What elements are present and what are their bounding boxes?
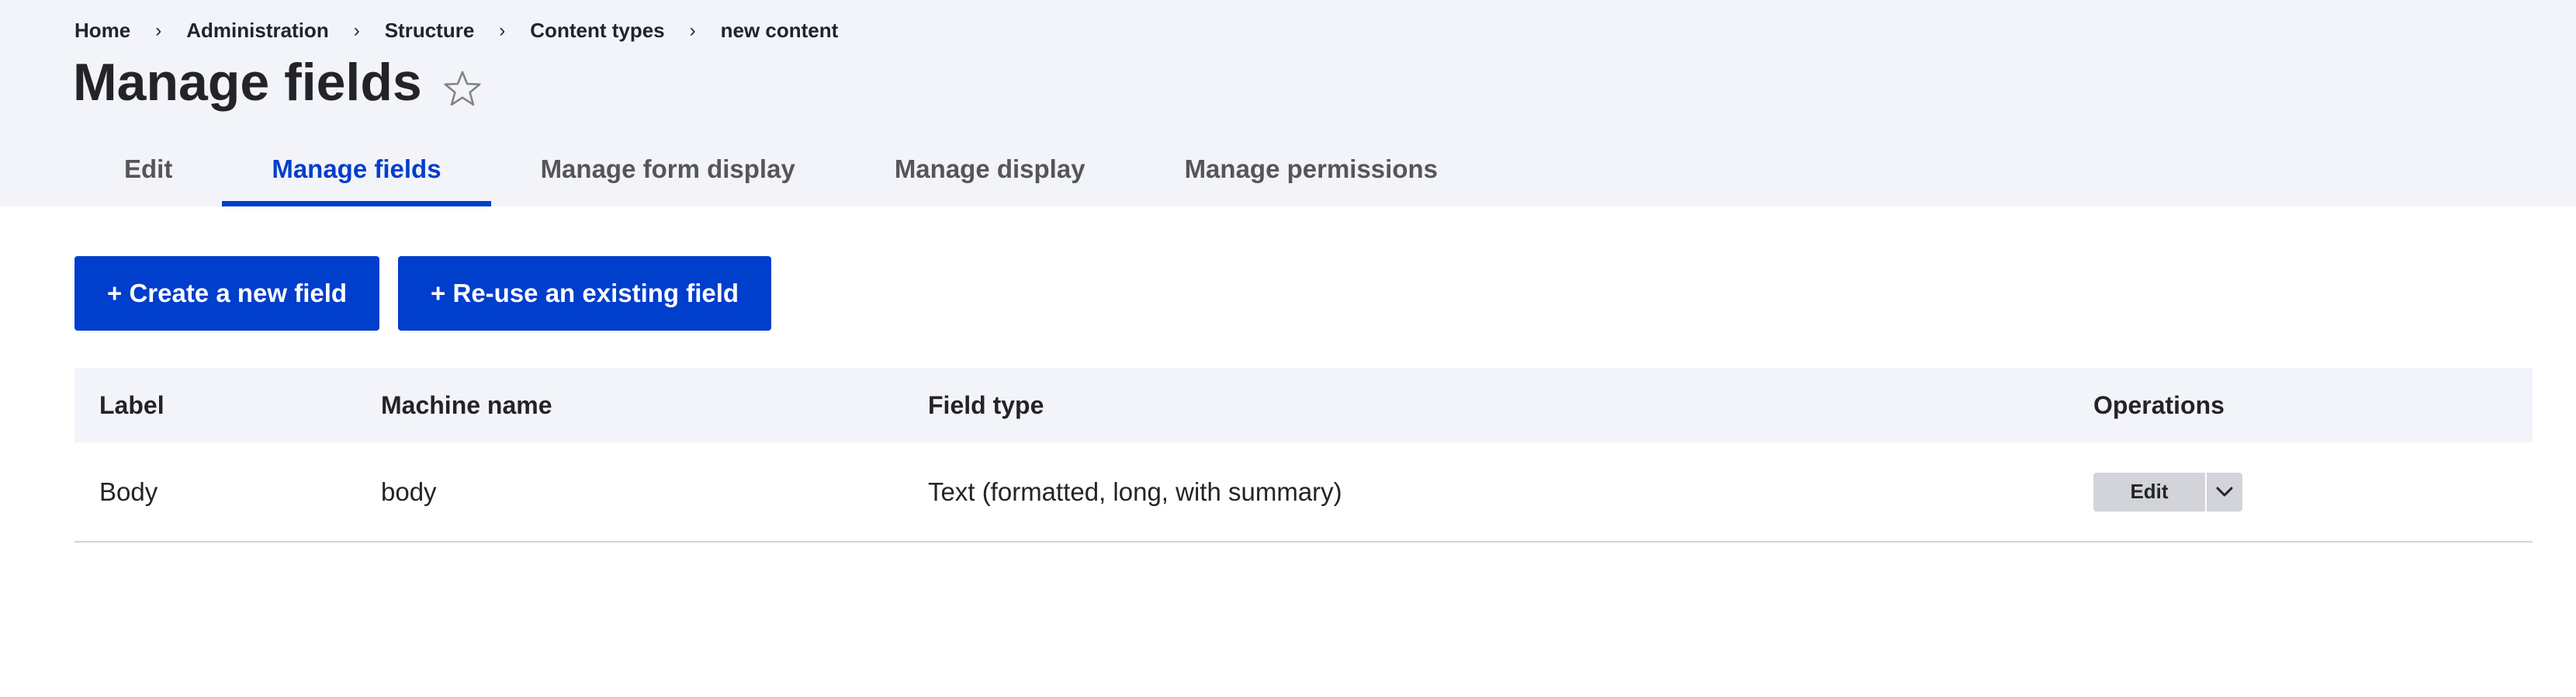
- operations-dropbutton: Edit: [2093, 472, 2242, 511]
- tab-manage-permissions[interactable]: Manage permissions: [1135, 138, 1487, 200]
- cell-machine-name: body: [381, 477, 437, 506]
- column-header-operations: Operations: [2093, 390, 2225, 419]
- tab-manage-display[interactable]: Manage display: [845, 138, 1135, 200]
- column-header-label: Label: [99, 390, 164, 419]
- breadcrumb-separator-icon: ›: [499, 19, 506, 41]
- table-header-row: Label Machine name Field type Operations: [74, 368, 2533, 442]
- chevron-down-icon[interactable]: [2207, 473, 2242, 511]
- breadcrumb-administration[interactable]: Administration: [186, 19, 328, 43]
- breadcrumb-structure[interactable]: Structure: [385, 19, 475, 43]
- tab-edit[interactable]: Edit: [74, 138, 222, 200]
- primary-tabs: Edit Manage fields Manage form display M…: [74, 138, 1487, 206]
- breadcrumb: Home › Administration › Structure › Cont…: [74, 19, 838, 43]
- page-title: Manage fields: [73, 53, 422, 112]
- star-outline-icon[interactable]: [441, 61, 484, 106]
- column-header-machine-name: Machine name: [381, 390, 552, 419]
- reuse-existing-field-button[interactable]: + Re-use an existing field: [398, 256, 772, 331]
- breadcrumb-new-content[interactable]: new content: [721, 19, 839, 43]
- cell-label: Body: [99, 477, 158, 506]
- breadcrumb-separator-icon: ›: [689, 19, 696, 41]
- fields-table: Label Machine name Field type Operations…: [74, 368, 2533, 543]
- edit-field-button[interactable]: Edit: [2093, 472, 2207, 511]
- cell-field-type: Text (formatted, long, with summary): [928, 477, 1342, 506]
- breadcrumb-separator-icon: ›: [353, 19, 360, 41]
- table-row: Body body Text (formatted, long, with su…: [74, 442, 2533, 542]
- breadcrumb-content-types[interactable]: Content types: [530, 19, 664, 43]
- create-new-field-button[interactable]: + Create a new field: [74, 256, 380, 331]
- action-buttons: + Create a new field + Re-use an existin…: [74, 256, 772, 331]
- breadcrumb-home[interactable]: Home: [74, 19, 130, 43]
- cell-operations: Edit: [2069, 442, 2533, 542]
- tab-manage-form-display[interactable]: Manage form display: [491, 138, 845, 200]
- breadcrumb-separator-icon: ›: [155, 19, 162, 41]
- column-header-field-type: Field type: [928, 390, 1044, 419]
- tab-manage-fields[interactable]: Manage fields: [222, 138, 491, 206]
- page-header: Home › Administration › Structure › Cont…: [0, 0, 2576, 206]
- page-title-wrapper: Manage fields: [73, 50, 484, 115]
